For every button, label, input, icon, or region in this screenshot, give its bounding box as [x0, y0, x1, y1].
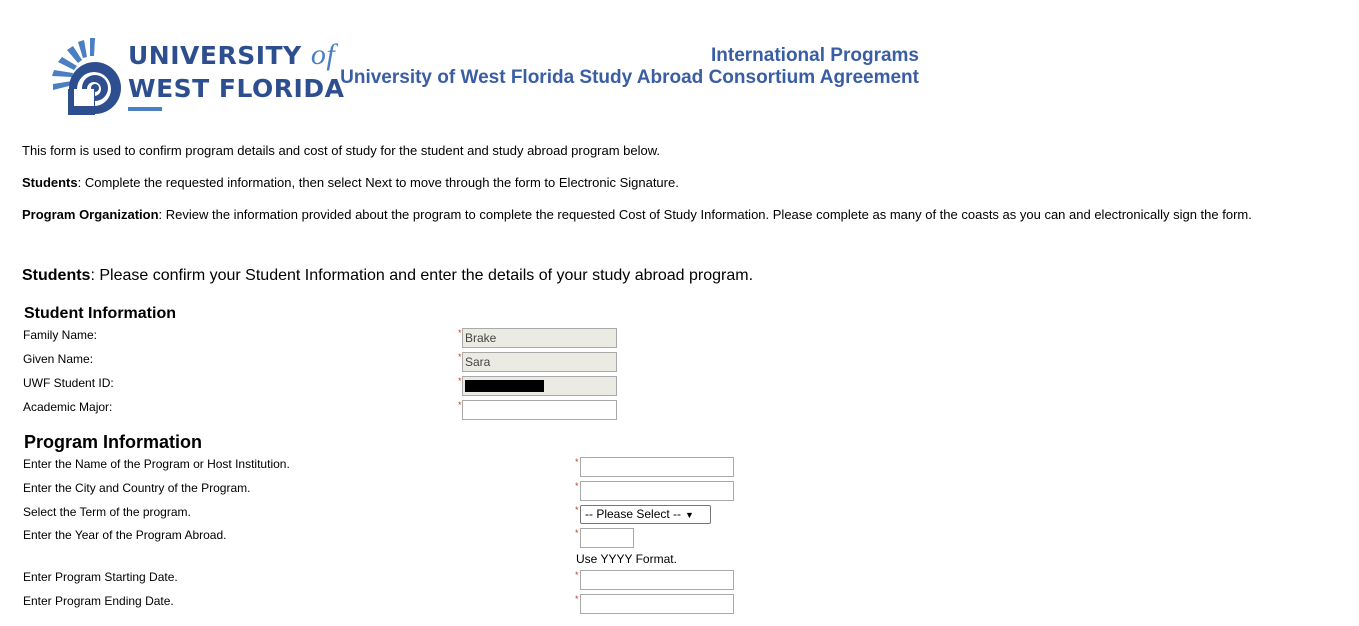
- end-date-field[interactable]: [580, 594, 734, 614]
- logo-line1: UNIVERSITY of: [128, 38, 336, 71]
- required-marker: *: [575, 570, 579, 580]
- academic-major-field[interactable]: [462, 400, 617, 420]
- required-marker: *: [458, 400, 462, 410]
- required-marker: *: [575, 528, 579, 538]
- logo-line2: WEST FLORIDA: [128, 74, 345, 103]
- program-term-select[interactable]: -- Please Select -- ▼: [580, 505, 711, 524]
- nautilus-logo-icon: [52, 38, 121, 115]
- header-titles: International Programs University of Wes…: [340, 45, 919, 89]
- required-marker: *: [458, 328, 462, 338]
- required-marker: *: [575, 505, 579, 515]
- program-term-label: Select the Term of the program.: [23, 505, 191, 519]
- family-name-field[interactable]: [462, 328, 617, 348]
- program-city-label: Enter the City and Country of the Progra…: [23, 481, 251, 495]
- year-format-hint: Use YYYY Format.: [576, 552, 677, 566]
- end-date-label: Enter Program Ending Date.: [23, 594, 174, 608]
- program-year-label: Enter the Year of the Program Abroad.: [23, 528, 227, 542]
- student-id-label: UWF Student ID:: [23, 376, 114, 390]
- chevron-down-icon: ▼: [685, 510, 694, 520]
- department-title: International Programs: [711, 45, 919, 66]
- program-name-field[interactable]: [580, 457, 734, 477]
- given-name-label: Given Name:: [23, 352, 94, 366]
- program-city-field[interactable]: [580, 481, 734, 501]
- student-info-title: Student Information: [24, 305, 176, 322]
- required-marker: *: [575, 594, 579, 604]
- program-year-field[interactable]: [580, 528, 634, 548]
- required-marker: *: [458, 352, 462, 362]
- students-lead: Students: Please confirm your Student In…: [22, 267, 754, 284]
- family-name-label: Family Name:: [23, 328, 98, 342]
- required-marker: *: [575, 481, 579, 491]
- organization-instructions: Program Organization: Review the informa…: [22, 207, 1252, 222]
- redaction-bar: [465, 380, 544, 392]
- student-id-field[interactable]: [462, 376, 617, 396]
- required-marker: *: [458, 376, 462, 386]
- program-name-label: Enter the Name of the Program or Host In…: [23, 457, 290, 471]
- start-date-field[interactable]: [580, 570, 734, 590]
- given-name-field[interactable]: [462, 352, 617, 372]
- program-info-title: Program Information: [24, 432, 203, 452]
- academic-major-label: Academic Major:: [23, 400, 113, 414]
- students-instructions: Students: Complete the requested informa…: [22, 175, 679, 190]
- intro-text: This form is used to confirm program det…: [22, 143, 661, 158]
- page-title: University of West Florida Study Abroad …: [340, 67, 919, 88]
- uwf-logo: UNIVERSITY of WEST FLORIDA: [50, 36, 344, 116]
- required-marker: *: [575, 457, 579, 467]
- start-date-label: Enter Program Starting Date.: [23, 570, 178, 584]
- logo-underline: [128, 107, 162, 111]
- logo-of: of: [310, 38, 336, 71]
